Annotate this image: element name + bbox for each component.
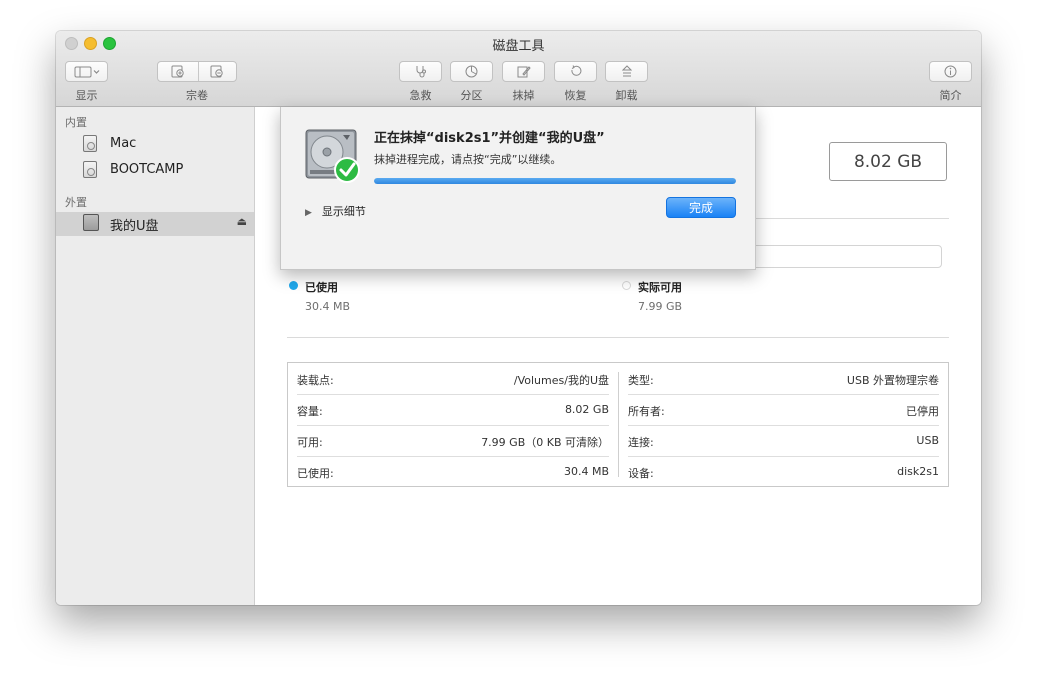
volume-segmented-control[interactable] — [157, 61, 237, 82]
restore-button[interactable] — [554, 61, 597, 82]
unmount-icon — [621, 65, 632, 77]
info-key: 装载点: — [297, 374, 334, 387]
restore-label: 恢复 — [564, 89, 587, 102]
sidebar-item-label: 我的U盘 — [110, 219, 159, 234]
info-value: disk2s1 — [897, 465, 939, 478]
used-legend-dot — [289, 281, 298, 290]
unmount-label: 卸载 — [615, 89, 638, 102]
info-value: 7.99 GB（0 KB 可清除） — [481, 436, 609, 449]
sidebar-item-label: BOOTCAMP — [110, 162, 184, 177]
erase-progress-bar — [374, 178, 736, 184]
sidebar-internal-header: 内置 — [65, 116, 87, 129]
sidebar-item-bootcamp[interactable]: BOOTCAMP — [56, 159, 254, 181]
partition-button[interactable] — [450, 61, 493, 82]
info-row-type: 类型: USB 外置物理宗卷 — [628, 363, 939, 395]
hard-disk-success-icon — [305, 129, 360, 183]
info-left-column: 装载点: /Volumes/我的U盘 容量: 8.02 GB 可用: 7.99 … — [288, 363, 618, 486]
divider — [287, 337, 949, 338]
free-legend-dot — [622, 281, 631, 290]
erase-label: 抹掉 — [512, 89, 535, 102]
internal-disk-icon — [83, 161, 97, 178]
erase-button[interactable] — [502, 61, 545, 82]
sidebar: 内置 Mac BOOTCAMP 外置 我的U盘 ⏏ — [56, 107, 255, 605]
info-key: 可用: — [297, 436, 323, 449]
done-button[interactable]: 完成 — [666, 197, 736, 218]
pie-chart-icon — [465, 65, 478, 78]
info-key: 连接: — [628, 436, 654, 449]
info-row-connection: 连接: USB — [628, 425, 939, 457]
unmount-button[interactable] — [605, 61, 648, 82]
eject-icon[interactable]: ⏏ — [237, 215, 247, 228]
stethoscope-icon — [416, 66, 426, 78]
info-value: 30.4 MB — [563, 465, 609, 478]
restore-icon — [571, 65, 582, 76]
info-row-device: 设备: disk2s1 — [628, 456, 939, 487]
info-value: USB 外置物理宗卷 — [846, 374, 939, 387]
info-right-column: 类型: USB 外置物理宗卷 所有者: 已停用 连接: USB 设备: disk… — [619, 363, 948, 486]
sidebar-toggle-icon — [74, 66, 99, 77]
progress-bar-fill — [374, 178, 736, 184]
sidebar-item-mac[interactable]: Mac — [56, 133, 254, 155]
info-value: 已停用 — [906, 405, 939, 418]
used-legend-title: 已使用 — [305, 281, 338, 294]
erase-icon — [517, 66, 531, 78]
used-legend-value: 30.4 MB — [305, 300, 351, 313]
info-row-owners: 所有者: 已停用 — [628, 394, 939, 426]
info-value: /Volumes/我的U盘 — [513, 374, 609, 387]
info-value: 8.02 GB — [564, 403, 609, 416]
info-icon — [944, 65, 957, 78]
volume-info-table: 装载点: /Volumes/我的U盘 容量: 8.02 GB 可用: 7.99 … — [287, 362, 949, 487]
partition-label: 分区 — [460, 89, 483, 102]
sheet-message: 抹掉进程完成，请点按“完成”以继续。 — [374, 153, 562, 166]
info-row-capacity: 容量: 8.02 GB — [297, 394, 609, 426]
info-row-available: 可用: 7.99 GB（0 KB 可清除） — [297, 425, 609, 457]
show-details-label: 显示细节 — [321, 205, 366, 218]
info-label: 简介 — [939, 89, 962, 102]
first-aid-label: 急救 — [409, 89, 432, 102]
external-disk-icon — [83, 214, 99, 231]
info-button[interactable] — [929, 61, 972, 82]
sidebar-external-header: 外置 — [65, 196, 87, 209]
capacity-display: 8.02 GB — [829, 142, 947, 181]
disk-utility-window: 磁盘工具 显示 宗卷 急救 分区 抹掉 恢复 卸载 简介 内置 Mac BOOT… — [56, 31, 981, 605]
info-key: 设备: — [628, 467, 654, 480]
volume-label: 宗卷 — [186, 89, 208, 102]
disclosure-triangle-icon[interactable]: ▶ — [305, 208, 312, 218]
erase-progress-sheet: 正在抹掉“disk2s1”并创建“我的U盘” 抹掉进程完成，请点按“完成”以继续… — [280, 107, 756, 270]
sidebar-item-usb[interactable]: 我的U盘 ⏏ — [56, 212, 254, 236]
first-aid-button[interactable] — [399, 61, 442, 82]
display-button[interactable] — [65, 61, 108, 82]
info-key: 容量: — [297, 405, 323, 418]
info-key: 所有者: — [628, 405, 665, 418]
sidebar-item-label: Mac — [110, 136, 137, 151]
info-key: 已使用: — [297, 467, 334, 480]
add-volume-icon[interactable] — [158, 65, 197, 78]
info-row-mount-point: 装载点: /Volumes/我的U盘 — [297, 363, 609, 395]
free-legend-value: 7.99 GB — [638, 300, 683, 313]
titlebar: 磁盘工具 显示 宗卷 急救 分区 抹掉 恢复 卸载 简介 — [56, 31, 981, 107]
window-title: 磁盘工具 — [492, 39, 545, 54]
internal-disk-icon — [83, 135, 97, 152]
display-label: 显示 — [75, 89, 98, 102]
info-key: 类型: — [628, 374, 654, 387]
free-legend-title: 实际可用 — [638, 281, 682, 294]
info-value: USB — [916, 434, 939, 447]
sheet-title: 正在抹掉“disk2s1”并创建“我的U盘” — [374, 131, 605, 146]
info-row-used: 已使用: 30.4 MB — [297, 456, 609, 487]
show-details-toggle[interactable]: ▶ 显示细节 — [305, 203, 366, 219]
remove-volume-icon[interactable] — [197, 65, 236, 78]
